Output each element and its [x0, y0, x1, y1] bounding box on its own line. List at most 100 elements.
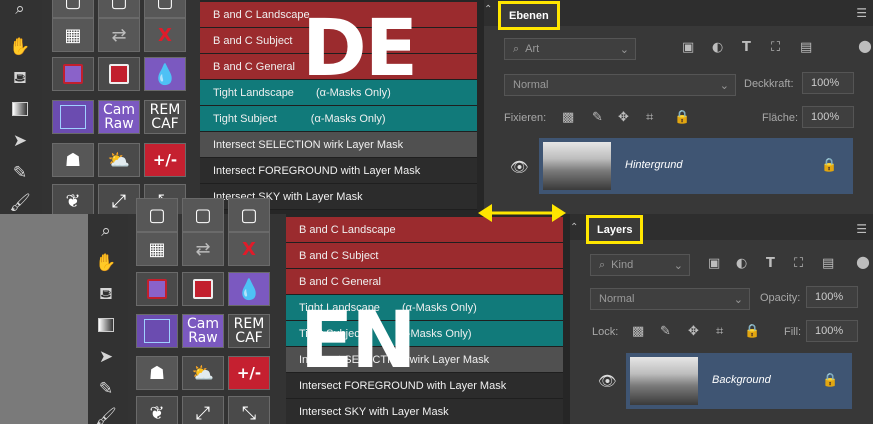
menu-item-de-7[interactable]: Intersect FOREGROUND with Layer Mask: [200, 158, 477, 184]
gradient-tool-icon[interactable]: [4, 94, 36, 124]
fill-field-de[interactable]: 100%: [802, 106, 854, 128]
lock-move-icon-de[interactable]: ✥: [618, 110, 629, 125]
lock-brush-icon-de[interactable]: ✎: [592, 110, 603, 125]
calculator-button-de[interactable]: ▦: [52, 18, 94, 52]
close-button-en[interactable]: X: [228, 232, 270, 266]
layer-lock-icon-de: 🔒: [821, 158, 838, 173]
rem-caf-button-de[interactable]: REM CAF: [144, 100, 186, 134]
swap-button-de[interactable]: ⇄: [98, 18, 140, 52]
red-square-button-en[interactable]: [182, 272, 224, 306]
portrait-button-en[interactable]: ☗: [136, 356, 178, 390]
lock-artboard-icon-en[interactable]: ⌗: [716, 324, 723, 339]
frame-button-en[interactable]: ▢: [136, 198, 178, 232]
plus-minus-button-en[interactable]: +/-: [228, 356, 270, 390]
drop-button-de[interactable]: 💧: [144, 57, 186, 91]
menu-item-de-6[interactable]: Intersect SELECTION wirk Layer Mask: [200, 132, 477, 158]
smart-filter-icon-de[interactable]: ▤: [800, 40, 812, 55]
lock-all-icon-de[interactable]: 🔒: [674, 110, 690, 125]
hand-tool-icon[interactable]: ✋: [4, 32, 36, 62]
menu-item-de-5[interactable]: Tight Subject (α-Masks Only): [200, 106, 477, 132]
filter-select-en[interactable]: ⌕ Kind ⌄: [590, 254, 690, 276]
lock-all-icon-en[interactable]: 🔒: [744, 324, 760, 339]
visibility-eye-icon-en[interactable]: 👁: [598, 372, 617, 390]
select-frame-button-de[interactable]: [52, 100, 94, 134]
shape-filter-icon-en[interactable]: ⛶: [794, 256, 803, 271]
layer-row-hintergrund[interactable]: Hintergrund 🔒: [539, 138, 853, 194]
type-filter-icon-en[interactable]: T: [766, 256, 775, 271]
calculator-button-en[interactable]: ▦: [136, 232, 178, 266]
weather-button-en[interactable]: ⛅: [182, 356, 224, 390]
arrow-tool-icon-en[interactable]: ➤: [90, 342, 122, 372]
menu-item-en-3[interactable]: B and C General: [286, 269, 563, 295]
feather-button-de[interactable]: ❦: [52, 184, 94, 218]
lock-label-de: Fixieren:: [504, 112, 547, 124]
frame2-button-en[interactable]: ▢: [182, 198, 224, 232]
collapse-icon-en[interactable]: ⌃: [570, 222, 578, 233]
menu-item-en-8[interactable]: Intersect SKY with Layer Mask: [286, 399, 563, 424]
filter-toggle-icon-en[interactable]: ●: [856, 252, 870, 271]
purple-square-button-en[interactable]: [136, 272, 178, 306]
tab-layers[interactable]: Layers: [586, 215, 644, 244]
arrow-tool-icon[interactable]: ➤: [4, 126, 36, 156]
shape-filter-icon-de[interactable]: ⛶: [771, 40, 780, 55]
opacity-field-de[interactable]: 100%: [802, 72, 854, 94]
zoom-tool-icon-en[interactable]: ⌕: [90, 216, 122, 246]
adjust-filter-icon-en[interactable]: ◐: [736, 256, 747, 271]
drop-button-en[interactable]: 💧: [228, 272, 270, 306]
image-filter-icon-de[interactable]: ▣: [682, 40, 694, 55]
blend-mode-select-en[interactable]: Normal ⌄: [590, 288, 750, 310]
expand-button-de[interactable]: ⤢: [98, 184, 140, 218]
lock-artboard-icon-de[interactable]: ⌗: [646, 110, 653, 125]
type-filter-icon-de[interactable]: T: [742, 40, 751, 55]
filter-toggle-icon-de[interactable]: ●: [858, 36, 872, 55]
layer-row-background[interactable]: Background 🔒: [626, 353, 852, 409]
red-square-button-de[interactable]: [98, 57, 140, 91]
expand-button-en[interactable]: ⤢: [182, 396, 224, 424]
adjust-filter-icon-de[interactable]: ◐: [712, 40, 723, 55]
lock-pixels-icon-de[interactable]: ▩: [562, 110, 574, 125]
purple-square-button-de[interactable]: [52, 57, 94, 91]
cam-raw-button-de[interactable]: Cam Raw: [98, 100, 140, 134]
filter-select-de[interactable]: ⌕ Art ⌄: [504, 38, 636, 60]
feather-button-en[interactable]: ❦: [136, 396, 178, 424]
bucket-tool-icon[interactable]: ⛾: [4, 64, 36, 94]
lock-move-icon-en[interactable]: ✥: [688, 324, 699, 339]
bucket-tool-icon-en[interactable]: ⛾: [90, 280, 122, 310]
frame3-button-de[interactable]: ▢: [144, 0, 186, 18]
panel-menu-icon-de[interactable]: ☰: [856, 6, 867, 20]
close-button-de[interactable]: X: [144, 18, 186, 52]
image-filter-icon-en[interactable]: ▣: [708, 256, 720, 271]
fill-field-en[interactable]: 100%: [806, 320, 858, 342]
tab-ebenen[interactable]: Ebenen: [498, 1, 560, 30]
zoom-tool-icon[interactable]: ⌕: [4, 0, 36, 24]
weather-button-de[interactable]: ⛅: [98, 143, 140, 177]
brush-tool-icon-en[interactable]: 🖌: [90, 402, 122, 424]
dodge-tool-icon-en[interactable]: ✎: [90, 374, 122, 404]
smart-filter-icon-en[interactable]: ▤: [822, 256, 834, 271]
frame3-button-en[interactable]: ▢: [228, 198, 270, 232]
portrait-button-de[interactable]: ☗: [52, 143, 94, 177]
gradient-tool-icon-en[interactable]: [90, 310, 122, 340]
visibility-eye-icon-de[interactable]: 👁: [510, 158, 529, 176]
opacity-field-en[interactable]: 100%: [806, 286, 858, 308]
hand-tool-icon-en[interactable]: ✋: [90, 248, 122, 278]
swap-button-en[interactable]: ⇄: [182, 232, 224, 266]
tools-panel-en: ⌕ ✋ ⛾ ➤ ✎ 🖌: [88, 214, 128, 424]
blend-mode-select-de[interactable]: Normal ⌄: [504, 74, 736, 96]
plus-minus-button-de[interactable]: +/-: [144, 143, 186, 177]
rem-caf-button-en[interactable]: REM CAF: [228, 314, 270, 348]
panel-menu-icon-en[interactable]: ☰: [856, 222, 867, 236]
frame-button-de[interactable]: ▢: [52, 0, 94, 18]
action-buttons-en: ▢ ▢ ▢ ▦ ⇄ X 💧 Cam Raw REM CAF ☗ ⛅ +/- ❦ ⤢ …: [128, 198, 286, 424]
select-frame-button-en[interactable]: [136, 314, 178, 348]
collapse-icon-de[interactable]: ⌃: [484, 4, 492, 15]
shrink-button-en[interactable]: ⤡: [228, 396, 270, 424]
cam-raw-button-en[interactable]: Cam Raw: [182, 314, 224, 348]
layer-lock-icon-en: 🔒: [822, 373, 839, 388]
lock-brush-icon-en[interactable]: ✎: [660, 324, 671, 339]
layer-name-en: Background: [712, 374, 771, 386]
frame2-button-de[interactable]: ▢: [98, 0, 140, 18]
menu-item-en-2[interactable]: B and C Subject: [286, 243, 563, 269]
dodge-tool-icon[interactable]: ✎: [4, 158, 36, 188]
lock-pixels-icon-en[interactable]: ▩: [632, 324, 644, 339]
